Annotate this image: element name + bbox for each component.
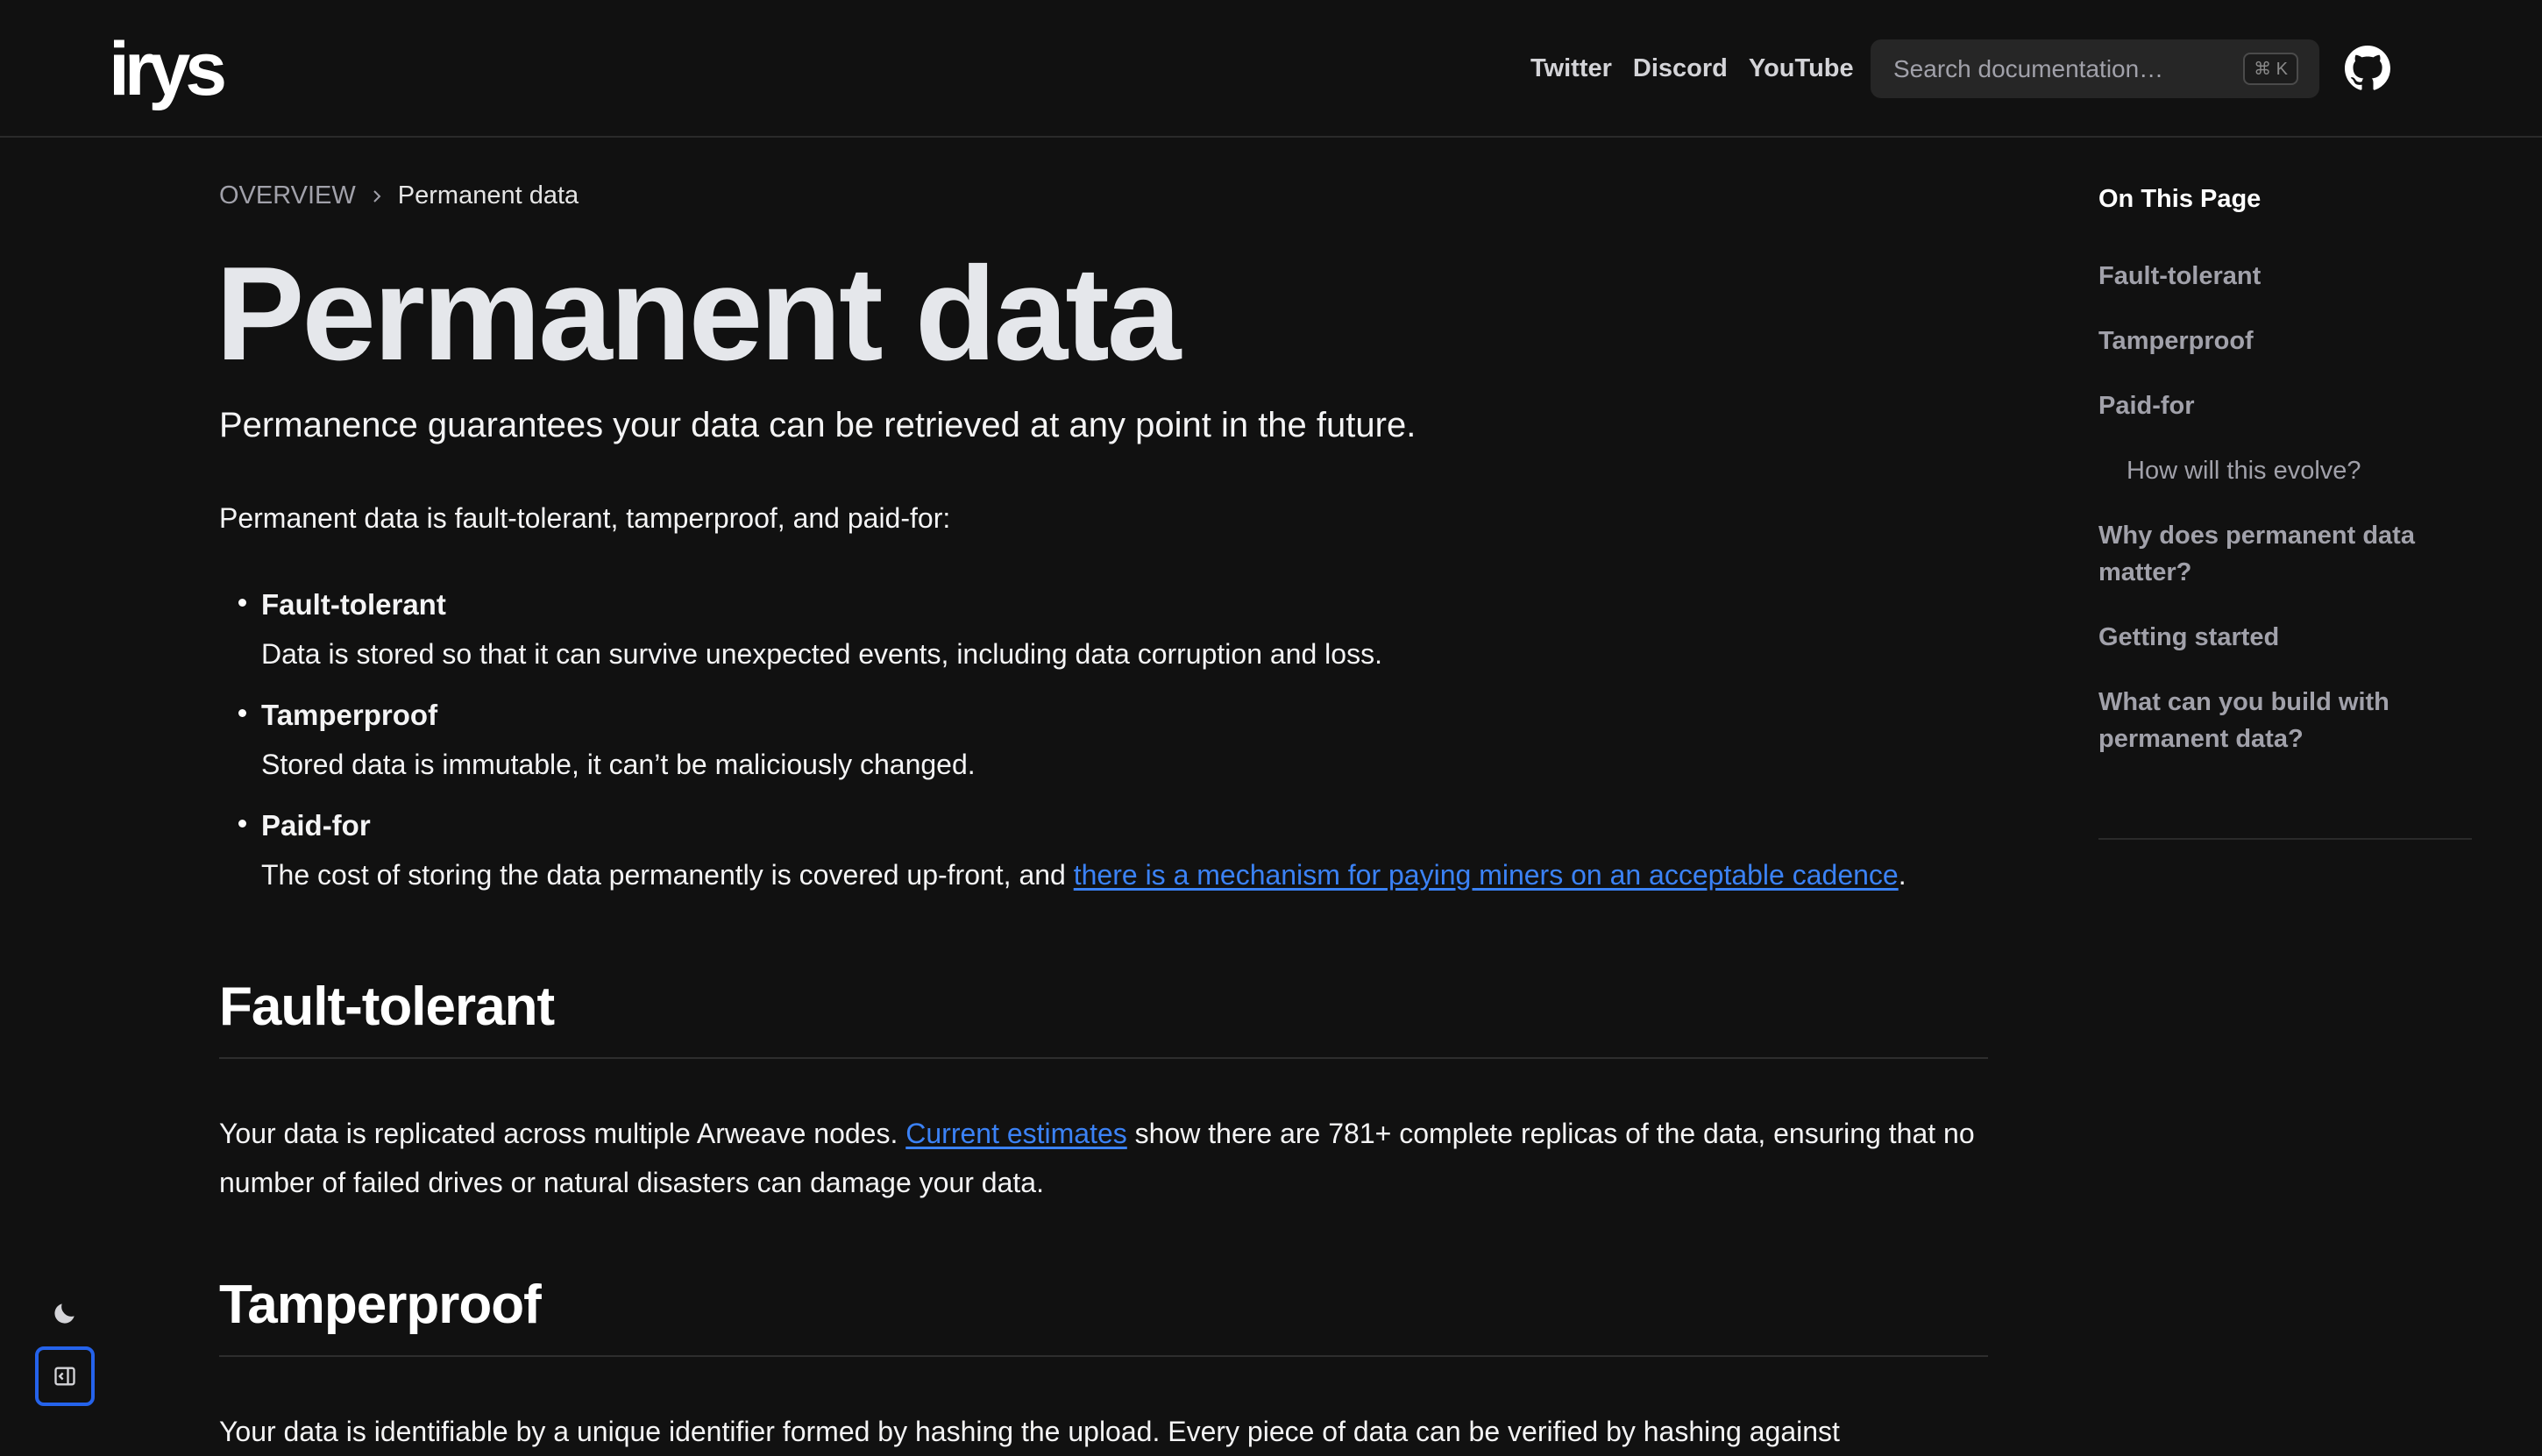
sidebar-toggle-button[interactable] <box>35 1346 95 1406</box>
nav-link-youtube[interactable]: YouTube <box>1749 51 1854 86</box>
sidebar-toggle-icon <box>54 1367 75 1386</box>
toc-item-paid-for[interactable]: Paid-for <box>2098 387 2472 424</box>
search-box[interactable]: ⌘ K <box>1871 39 2319 98</box>
paying-miners-link[interactable]: there is a mechanism for paying miners o… <box>1074 859 1899 891</box>
section-heading-tamperproof: Tamperproof <box>219 1273 1988 1358</box>
tamperproof-paragraph: Your data is identifiable by a unique id… <box>219 1416 1840 1447</box>
fault-tolerant-paragraph: Your data is replicated across multiple … <box>219 1109 1988 1207</box>
irys-logo[interactable]: irys <box>109 32 227 107</box>
feature-list: Fault-tolerant Data is stored so that it… <box>219 580 1972 912</box>
search-input[interactable] <box>1892 53 2244 84</box>
section-heading-fault-tolerant: Fault-tolerant <box>219 975 1988 1060</box>
feature-description-text: The cost of storing the data permanently… <box>261 859 1074 891</box>
list-item: Fault-tolerant Data is stored so that it… <box>238 580 1972 678</box>
feature-description-end: . <box>1898 859 1906 891</box>
paragraph-text: Your data is replicated across multiple … <box>219 1118 906 1149</box>
feature-title: Fault-tolerant <box>261 588 446 621</box>
current-estimates-link[interactable]: Current estimates <box>905 1118 1127 1149</box>
toc-item-how-will-this-evolve[interactable]: How will this evolve? <box>2098 452 2472 489</box>
toc-item-fault-tolerant[interactable]: Fault-tolerant <box>2098 258 2472 295</box>
toc-item-tamperproof[interactable]: Tamperproof <box>2098 323 2472 359</box>
on-this-page-toc: On This Page Fault-tolerant Tamperproof … <box>2098 175 2472 840</box>
nav-link-twitter[interactable]: Twitter <box>1530 51 1612 86</box>
github-icon[interactable] <box>2345 46 2390 91</box>
list-item: Paid-for The cost of storing the data pe… <box>238 801 1972 899</box>
chevron-right-icon <box>373 189 381 202</box>
toc-heading: On This Page <box>2098 185 2262 213</box>
toc-item-what-can-you-build[interactable]: What can you build with permanent data? <box>2098 684 2472 757</box>
breadcrumb-current: Permanent data <box>397 181 579 210</box>
toc-item-getting-started[interactable]: Getting started <box>2098 619 2472 656</box>
toc-item-why-does-permanent-data-matter[interactable]: Why does permanent data matter? <box>2098 517 2472 591</box>
feature-description: Data is stored so that it can survive un… <box>261 638 1382 670</box>
feature-description: Stored data is immutable, it can’t be ma… <box>261 749 976 780</box>
feature-description: The cost of storing the data permanently… <box>261 850 1972 899</box>
page-subtitle: Permanence guarantees your data can be r… <box>219 406 1417 444</box>
breadcrumb-parent[interactable]: OVERVIEW <box>219 181 356 210</box>
top-header: irys Twitter Discord YouTube ⌘ K <box>0 0 2542 138</box>
header-nav: Twitter Discord YouTube <box>1530 51 1854 86</box>
feature-title: Tamperproof <box>261 699 438 731</box>
nav-link-discord[interactable]: Discord <box>1633 51 1728 86</box>
list-item: Tamperproof Stored data is immutable, it… <box>238 691 1972 789</box>
search-shortcut-badge: ⌘ K <box>2243 53 2298 85</box>
breadcrumb: OVERVIEW Permanent data <box>219 181 579 210</box>
moon-icon[interactable] <box>51 1299 79 1327</box>
intro-text: Permanent data is fault-tolerant, tamper… <box>219 502 951 534</box>
page-title: Permanent data <box>216 239 1181 388</box>
feature-title: Paid-for <box>261 809 371 842</box>
